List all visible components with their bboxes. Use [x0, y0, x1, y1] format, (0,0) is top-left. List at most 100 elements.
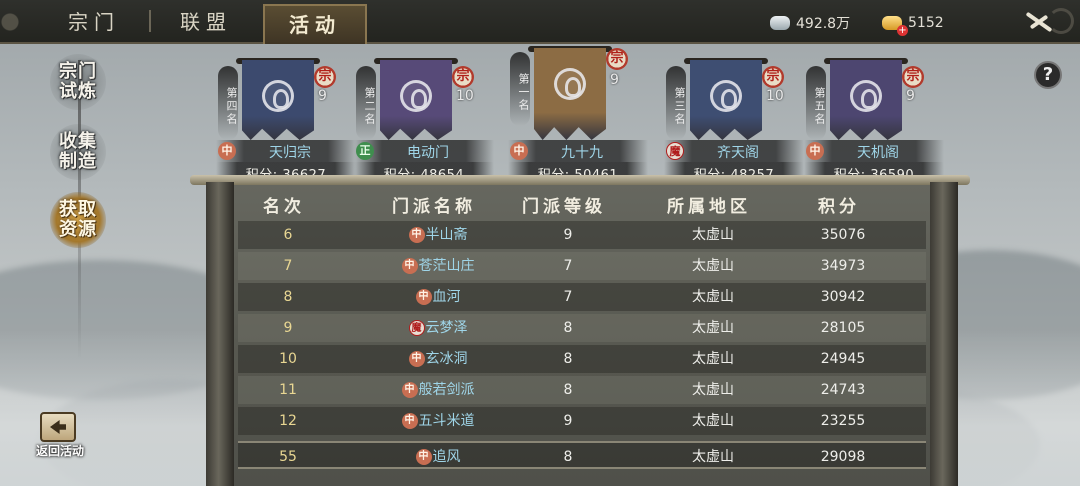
sect-name: 电动门: [407, 145, 449, 161]
faction-badge: 中: [806, 142, 824, 160]
rank-cell: 7: [283, 258, 293, 274]
faction-badge: 中: [401, 413, 418, 429]
sect-level: 10: [456, 88, 474, 104]
table-row[interactable]: 7 中苍茫山庄 7 太虚山 34973: [238, 252, 926, 280]
faction-badge: 中: [408, 351, 425, 367]
faction-badge: 魔: [666, 142, 684, 160]
sect-name: 五斗米道: [418, 413, 475, 429]
silver-icon: [770, 16, 790, 30]
sect-flag: [380, 60, 452, 140]
sect-trial-button[interactable]: 宗门试炼: [50, 54, 106, 110]
sect-level: 10: [766, 88, 784, 104]
sect-emblem-icon: [710, 80, 742, 112]
ranking-table[interactable]: 名次 门派名称 门派等级 所属地区 积分 6 中半山斋 9 太虚山 35076 7 中苍茫山…: [234, 185, 930, 486]
close-button[interactable]: [1004, 0, 1080, 44]
score-cell: 30942: [820, 289, 866, 305]
sect-flag: [690, 60, 762, 140]
back-label: 返回活动: [35, 444, 84, 458]
tab-alliance[interactable]: 联盟: [152, 4, 260, 40]
sect-name: 天机阁: [857, 145, 899, 161]
gold-currency[interactable]: 5152: [882, 12, 944, 36]
top-bar: 宗门 联盟 活动 492.8万 5152: [0, 0, 1080, 44]
score-cell: 28105: [820, 320, 866, 336]
sect-name: 云梦泽: [425, 320, 468, 336]
sect-trial-label: 宗门试炼: [59, 61, 97, 102]
top-sect-banner[interactable]: 第二名 宗 10 正 电动门 积分: 48654: [354, 44, 494, 184]
faction-badge: 正: [356, 142, 374, 160]
sect-name: 般若剑派: [418, 382, 475, 398]
sect-badge: 宗: [902, 66, 924, 88]
faction-badge: 魔: [408, 320, 425, 336]
score-cell: 23255: [820, 413, 866, 429]
top-sect-banner[interactable]: 第四名 宗 9 中 天归宗 积分: 36627: [216, 44, 356, 184]
back-to-activity-button[interactable]: 返回活动: [22, 408, 98, 464]
scroll-pillar-right: [930, 182, 958, 486]
table-header: 名次 门派名称 门派等级 所属地区 积分: [234, 189, 930, 225]
scroll-pillar-left: [206, 182, 234, 486]
faction-badge: 中: [415, 289, 432, 305]
score-cell: 24743: [820, 382, 866, 398]
sect-badge: 宗: [314, 66, 336, 88]
rank-label: 第四名: [218, 66, 238, 140]
faction-badge: 中: [510, 142, 528, 160]
rank-label: 第三名: [666, 66, 686, 140]
table-row[interactable]: 8 中血河 7 太虚山 30942: [238, 283, 926, 311]
faction-badge: 中: [415, 449, 432, 465]
table-row[interactable]: 6 中半山斋 9 太虚山 35076: [238, 221, 926, 249]
sect-name: 天归宗: [269, 145, 311, 161]
top-sect-banner[interactable]: 第一名 宗 9 中 九十九 积分: 50461: [508, 44, 648, 184]
header-score: 积分: [818, 197, 860, 217]
rank-cell: 11: [279, 382, 297, 398]
table-row[interactable]: 12 中五斗米道 9 太虚山 23255: [238, 407, 926, 435]
sect-name: 追风: [432, 449, 461, 465]
sect-name: 半山斋: [425, 227, 468, 243]
faction-badge: 中: [401, 258, 418, 274]
sect-flag: [534, 48, 606, 140]
silver-amount: 492.8万: [796, 16, 851, 32]
scroll-rod: [190, 175, 970, 185]
top-sect-banner[interactable]: 第五名 宗 9 中 天机阁 积分: 36590: [804, 44, 944, 184]
rank-cell: 9: [283, 320, 293, 336]
rank-cell: 8: [283, 289, 293, 305]
sect-badge: 宗: [762, 66, 784, 88]
tab-divider: [149, 10, 151, 32]
rank-label: 第五名: [806, 66, 826, 140]
silver-currency: 492.8万: [770, 12, 850, 34]
rank-cell: 55: [279, 449, 297, 465]
sect-emblem-icon: [850, 80, 882, 112]
faction-badge: 中: [218, 142, 236, 160]
gold-amount: 5152: [908, 15, 944, 31]
table-row[interactable]: 9 魔云梦泽 8 太虚山 28105: [238, 314, 926, 342]
sect-name: 血河: [432, 289, 461, 305]
header-rank: 名次: [263, 197, 305, 217]
score-cell: 34973: [820, 258, 866, 274]
score-cell: 29098: [820, 449, 866, 465]
table-row[interactable]: 10 中玄冰洞 8 太虚山 24945: [238, 345, 926, 373]
faction-badge: 中: [401, 382, 418, 398]
sect-name: 齐天阁: [717, 145, 759, 161]
sect-level: 9: [318, 88, 327, 104]
gold-add-icon[interactable]: [882, 16, 908, 36]
own-sect-row[interactable]: 55 中追风 8 太虚山 29098: [238, 441, 926, 469]
score-cell: 24945: [820, 351, 866, 367]
rank-label: 第一名: [510, 52, 530, 126]
collect-craft-button[interactable]: 收集制造: [50, 124, 106, 180]
help-button[interactable]: ?: [1034, 61, 1062, 89]
rank-label: 第二名: [356, 66, 376, 140]
tab-activity[interactable]: 活动: [263, 4, 367, 44]
rank-cell: 6: [283, 227, 293, 243]
tab-sect[interactable]: 宗门: [40, 4, 148, 40]
sect-name: 九十九: [561, 145, 603, 161]
gather-resources-label: 获取资源: [59, 199, 97, 240]
sect-badge: 宗: [606, 48, 628, 70]
top-sect-banner[interactable]: 第三名 宗 10 魔 齐天阁 积分: 48257: [664, 44, 804, 184]
corner-ornament: [0, 0, 40, 42]
sect-level: 9: [610, 72, 619, 88]
sect-emblem-icon: [554, 68, 586, 100]
sect-level: 9: [906, 88, 915, 104]
table-row[interactable]: 11 中般若剑派 8 太虚山 24743: [238, 376, 926, 404]
sect-badge: 宗: [452, 66, 474, 88]
sect-name: 玄冰洞: [425, 351, 468, 367]
rank-cell: 10: [279, 351, 297, 367]
gather-resources-button[interactable]: 获取资源: [50, 192, 106, 248]
